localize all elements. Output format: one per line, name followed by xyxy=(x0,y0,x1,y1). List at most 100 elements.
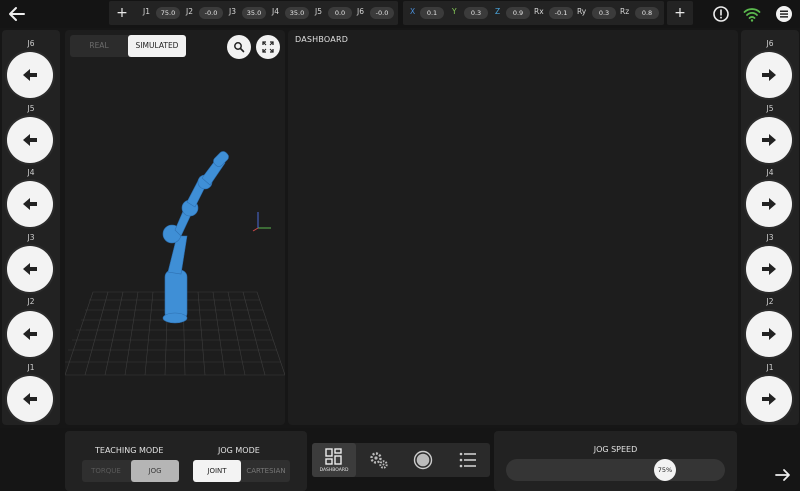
joint-value: -0.0 xyxy=(199,7,223,19)
jog-label: J3 xyxy=(766,233,774,242)
dashboard-title: DASHBOARD xyxy=(295,35,349,44)
cartesian-option[interactable]: CARTESIAN xyxy=(242,460,290,482)
jog-plus-j4-button[interactable] xyxy=(746,181,792,227)
robot-scene xyxy=(65,151,285,376)
menu-icon xyxy=(776,6,792,22)
robot-3d-viewport[interactable]: REAL SIMULATED xyxy=(65,30,285,425)
arrow-right-icon xyxy=(762,263,776,275)
jog-speed-thumb[interactable]: 75% xyxy=(654,459,676,481)
back-button[interactable] xyxy=(6,4,28,24)
arrow-left-icon xyxy=(23,198,37,210)
mode-panel: TEACHING MODE JOG MODE TORQUE JOG JOINT … xyxy=(65,431,307,491)
cartesian-value: 0.1 xyxy=(420,7,444,19)
add-joint-button[interactable]: + xyxy=(109,1,135,25)
jog-label: J4 xyxy=(766,168,774,177)
jog-label: J6 xyxy=(766,39,774,48)
joint-label: J5 xyxy=(315,7,322,16)
joint-value: 75.0 xyxy=(156,7,180,19)
jog-label: J6 xyxy=(27,39,35,48)
jog-plus-j1-button[interactable] xyxy=(746,376,792,422)
cartesian-value: 0.8 xyxy=(635,7,659,19)
nav-record[interactable] xyxy=(401,443,445,477)
jog-minus-j6-button[interactable] xyxy=(7,52,53,98)
arrow-right-icon xyxy=(762,198,776,210)
arrow-left-icon xyxy=(23,328,37,340)
nav-settings[interactable] xyxy=(357,443,401,477)
joint-value: -0.0 xyxy=(370,7,394,19)
add-cartesian-button[interactable]: + xyxy=(667,1,693,25)
nav-programs[interactable] xyxy=(446,443,490,477)
torque-option[interactable]: TORQUE xyxy=(82,460,130,482)
cartesian-readout-group: X 0.1 Y 0.3 Z 0.9 Rx -0.1 Ry 0.3 Rz 0.8 xyxy=(403,1,664,25)
jog-speed-panel: JOG SPEED 75% xyxy=(494,431,737,491)
left-jog-column: J6 J5 J4 J3 J2 J1 xyxy=(2,30,60,425)
menu-button[interactable] xyxy=(775,5,793,23)
jog-plus-j6-button[interactable] xyxy=(746,52,792,98)
jog-label: J4 xyxy=(27,168,35,177)
nav-dashboard-label: DASHBOARD xyxy=(319,468,349,473)
arrow-left-icon xyxy=(23,393,37,405)
joint-readout-group: + J1 75.0 J2 -0.0 J3 35.0 J4 35.0 J5 0.0… xyxy=(109,1,398,25)
cartesian-value: 0.9 xyxy=(506,7,530,19)
arrow-right-icon xyxy=(775,469,790,481)
jog-speed-title: JOG SPEED xyxy=(593,445,638,454)
jog-option[interactable]: JOG xyxy=(131,460,179,482)
axes-gizmo xyxy=(252,212,271,232)
record-icon xyxy=(413,450,433,470)
cartesian-label: Rx xyxy=(534,7,544,16)
arrow-right-icon xyxy=(762,328,776,340)
joint-option[interactable]: JOINT xyxy=(193,460,241,482)
jog-label: J2 xyxy=(766,297,774,306)
teaching-mode-toggle: TORQUE JOG xyxy=(82,460,179,482)
arrow-right-icon xyxy=(762,69,776,81)
cartesian-value: -0.1 xyxy=(549,7,573,19)
jog-plus-j2-button[interactable] xyxy=(746,311,792,357)
arrow-left-icon xyxy=(23,69,37,81)
jog-minus-j2-button[interactable] xyxy=(7,311,53,357)
add-cartesian-group: + xyxy=(667,1,693,25)
teaching-mode-title: TEACHING MODE xyxy=(95,446,164,455)
dashboard-panel: DASHBOARD xyxy=(288,30,738,425)
cartesian-label: Z xyxy=(495,7,501,16)
jog-minus-j5-button[interactable] xyxy=(7,117,53,163)
cartesian-label: Y xyxy=(452,7,457,16)
cartesian-label: X xyxy=(410,7,416,16)
next-button[interactable] xyxy=(773,467,793,483)
jog-speed-slider[interactable]: 75% xyxy=(506,459,725,481)
robot-arm xyxy=(162,151,229,324)
jog-minus-j3-button[interactable] xyxy=(7,246,53,292)
jog-label: J3 xyxy=(27,233,35,242)
cartesian-value: 0.3 xyxy=(464,7,488,19)
jog-label: J1 xyxy=(766,363,774,372)
jog-label: J5 xyxy=(27,104,35,113)
joint-label: J2 xyxy=(186,7,193,16)
list-icon xyxy=(459,452,476,468)
cartesian-label: Rz xyxy=(620,7,630,16)
jog-plus-j5-button[interactable] xyxy=(746,117,792,163)
jog-label: J1 xyxy=(27,363,35,372)
jog-plus-j3-button[interactable] xyxy=(746,246,792,292)
arrow-left-icon xyxy=(23,263,37,275)
joint-value: 35.0 xyxy=(285,7,309,19)
gears-icon xyxy=(370,452,388,469)
wifi-icon xyxy=(743,8,761,22)
nav-dashboard[interactable]: DASHBOARD xyxy=(312,443,356,477)
arrow-left-icon xyxy=(23,134,37,146)
arrow-right-icon xyxy=(762,134,776,146)
alert-button[interactable] xyxy=(712,5,730,23)
wifi-status xyxy=(743,5,761,23)
joint-value: 0.0 xyxy=(328,7,352,19)
jog-label: J2 xyxy=(27,297,35,306)
joint-label: J4 xyxy=(272,7,279,16)
joint-label: J3 xyxy=(229,7,236,16)
arrow-left-icon xyxy=(9,7,25,21)
right-jog-column: J6 J5 J4 J3 J2 J1 xyxy=(741,30,799,425)
jog-mode-title: JOG MODE xyxy=(218,446,260,455)
joint-label: J1 xyxy=(143,7,150,16)
jog-label: J5 xyxy=(766,104,774,113)
bottom-nav: DASHBOARD xyxy=(312,443,490,477)
arrow-right-icon xyxy=(762,393,776,405)
top-bar: + J1 75.0 J2 -0.0 J3 35.0 J4 35.0 J5 0.0… xyxy=(0,0,800,28)
jog-minus-j1-button[interactable] xyxy=(7,376,53,422)
jog-minus-j4-button[interactable] xyxy=(7,181,53,227)
